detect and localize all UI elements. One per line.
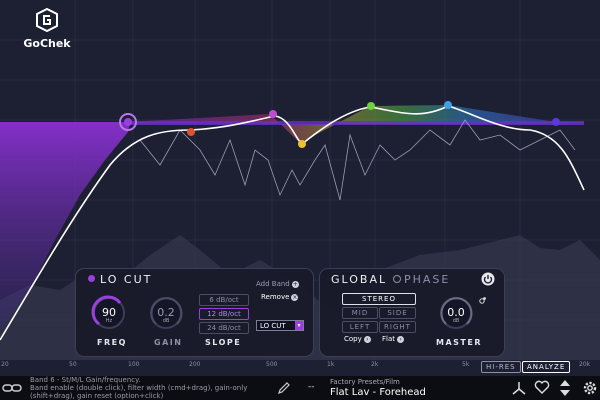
slope-label: SLOPE: [205, 338, 242, 347]
band-node-3[interactable]: [269, 110, 277, 118]
radio-icon: [393, 275, 401, 283]
analyze-toggle[interactable]: ANALYZE: [522, 361, 571, 373]
band-node-4[interactable]: [298, 140, 306, 148]
add-icon: +: [291, 281, 299, 288]
phase-toggle[interactable]: PHASE: [393, 273, 450, 286]
freq-tick: 1k: [327, 361, 335, 368]
freq-tick: 5k: [462, 361, 470, 368]
mid-button[interactable]: MID: [342, 307, 378, 319]
chevron-down-icon: ▾: [295, 321, 303, 330]
band-color-dot: [88, 275, 95, 282]
freq-tick: 20k: [579, 361, 591, 368]
gain-unit: dB: [162, 318, 170, 324]
global-title: GLOBAL: [331, 273, 388, 286]
freq-label: FREQ: [97, 338, 127, 347]
app-name: GoChek: [23, 37, 71, 50]
help-text-1: Band 6 - St/M/L Gain/frequency.: [30, 376, 141, 384]
arrow-icon: ›: [363, 336, 371, 343]
help-text-2: Band enable (double click), filter width…: [30, 384, 248, 392]
band-node-2[interactable]: [187, 128, 195, 136]
preset-up-down-icon[interactable]: [559, 379, 571, 397]
gear-icon[interactable]: [582, 380, 598, 396]
band-title: LO CUT: [88, 273, 152, 286]
band-node-7[interactable]: [552, 118, 560, 126]
power-icon[interactable]: [481, 272, 495, 286]
side-button[interactable]: SIDE: [379, 307, 416, 319]
pencil-icon[interactable]: [277, 381, 291, 395]
app-logo: GoChek: [22, 7, 72, 50]
global-panel: GLOBAL PHASE STEREO MID SIDE LEFT RIGHT …: [319, 268, 505, 357]
master-knob[interactable]: 0.0 dB: [438, 295, 474, 331]
freq-tick: 200: [189, 361, 201, 368]
freq-unit: Hz: [105, 318, 113, 324]
slope-24db[interactable]: 24 dB/oct: [199, 322, 249, 334]
master-label: MASTER: [436, 338, 482, 347]
flat-button[interactable]: Flat ›: [382, 335, 405, 343]
band-panel: LO CUT 90 Hz FREQ 0.2 dB GAIN 6 dB/oct 1…: [75, 268, 314, 357]
freq-tick: 2k: [371, 361, 379, 368]
filter-type-select[interactable]: LO CUT ▾: [256, 320, 304, 331]
band-node-5[interactable]: [367, 102, 375, 110]
band-node-6[interactable]: [444, 101, 452, 109]
freq-tick: 50: [69, 361, 77, 368]
slope-6db[interactable]: 6 dB/oct: [199, 294, 249, 306]
freq-knob[interactable]: 90 Hz: [91, 295, 127, 331]
gain-knob[interactable]: 0.2 dB: [148, 295, 184, 331]
left-button[interactable]: LEFT: [342, 321, 378, 333]
preset-category: Factory Presets/Film: [330, 378, 400, 386]
routing-icon[interactable]: [511, 380, 527, 396]
master-unit: dB: [452, 318, 460, 324]
gochek-logo-icon: [36, 7, 58, 33]
help-text-3: (shift+drag), gain reset (option+click): [30, 392, 164, 400]
slope-12db[interactable]: 12 dB/oct: [199, 308, 249, 320]
remove-band-button[interactable]: Remove ×: [261, 293, 299, 301]
filter-type-value: LO CUT: [260, 322, 286, 330]
freq-tick: 100: [128, 361, 140, 368]
stereo-button[interactable]: STEREO: [342, 293, 416, 305]
preset-name[interactable]: Flat Lav - Forehead: [330, 387, 426, 398]
close-icon: ×: [291, 294, 299, 301]
add-band-button[interactable]: Add Band +: [256, 280, 299, 288]
gain-label: GAIN: [154, 338, 183, 347]
link-icon[interactable]: [479, 296, 487, 304]
right-button[interactable]: RIGHT: [379, 321, 416, 333]
copy-button[interactable]: Copy ›: [344, 335, 371, 343]
freq-tick: 500: [266, 361, 278, 368]
arrow-icon: ›: [397, 336, 405, 343]
freq-tick: 20: [1, 361, 9, 368]
footer-bar: Band 6 - St/M/L Gain/frequency. Band ena…: [0, 376, 600, 400]
link-chain-icon[interactable]: [2, 381, 22, 395]
heart-icon[interactable]: [534, 380, 550, 395]
hi-res-toggle[interactable]: HI-RES: [481, 361, 521, 373]
preset-dirty-marker: --: [308, 382, 315, 392]
